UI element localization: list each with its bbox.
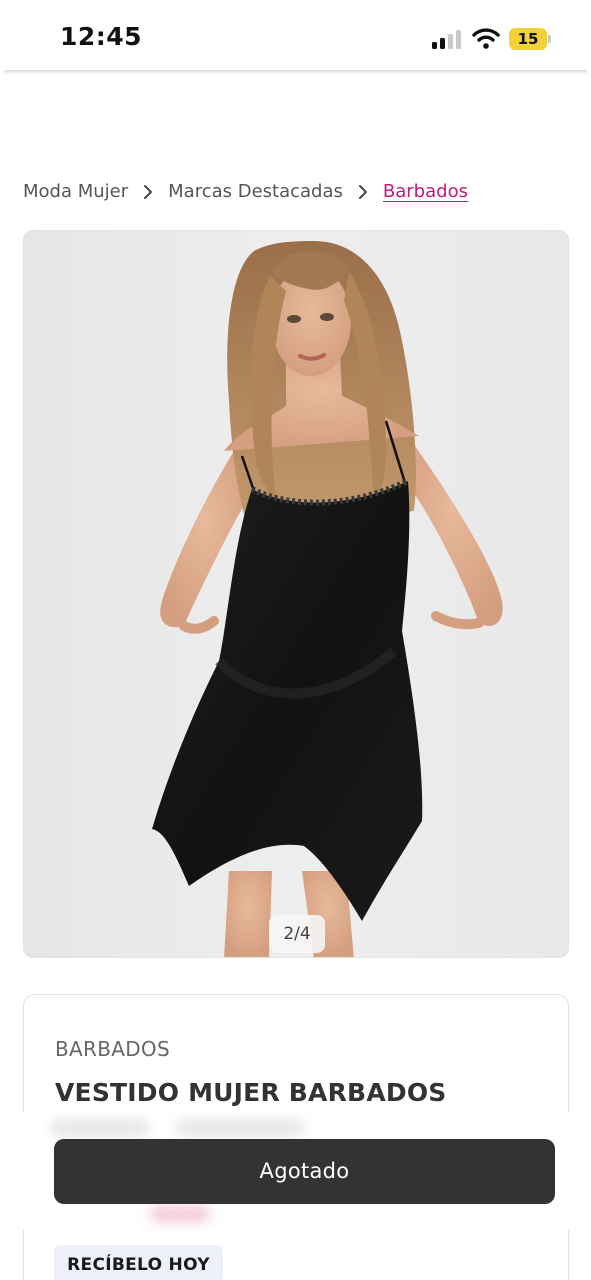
breadcrumb: Moda Mujer Marcas Destacadas Barbados bbox=[23, 178, 468, 204]
blurred-price bbox=[50, 1118, 150, 1138]
product-image-gallery[interactable]: 2/4 bbox=[23, 230, 569, 958]
breadcrumb-item-marcas-destacadas[interactable]: Marcas Destacadas bbox=[168, 181, 343, 202]
status-bar: 12:45 15 bbox=[0, 0, 591, 72]
battery-level: 15 bbox=[517, 30, 539, 48]
sold-out-button[interactable]: Agotado bbox=[54, 1139, 555, 1204]
blurred-discount bbox=[150, 1206, 210, 1222]
chevron-right-icon bbox=[128, 181, 168, 202]
battery-tip bbox=[548, 35, 551, 43]
product-title: VESTIDO MUJER BARBADOS bbox=[55, 1078, 447, 1107]
delivery-badge: RECÍBELO HOY bbox=[54, 1245, 223, 1280]
battery-icon: 15 bbox=[509, 28, 551, 50]
cellular-signal-icon bbox=[432, 30, 462, 49]
product-brand[interactable]: BARBADOS bbox=[55, 1037, 170, 1061]
wifi-icon bbox=[472, 27, 500, 49]
breadcrumb-item-moda-mujer[interactable]: Moda Mujer bbox=[23, 181, 128, 202]
product-photo bbox=[152, 241, 503, 957]
image-counter: 2/4 bbox=[269, 915, 325, 953]
blurred-price bbox=[175, 1118, 305, 1138]
sticky-purchase-bar: Agotado bbox=[0, 1112, 591, 1230]
breadcrumb-item-barbados[interactable]: Barbados bbox=[383, 181, 468, 202]
status-time: 12:45 bbox=[60, 22, 143, 51]
chevron-right-icon bbox=[343, 181, 383, 202]
header-divider bbox=[4, 70, 587, 74]
